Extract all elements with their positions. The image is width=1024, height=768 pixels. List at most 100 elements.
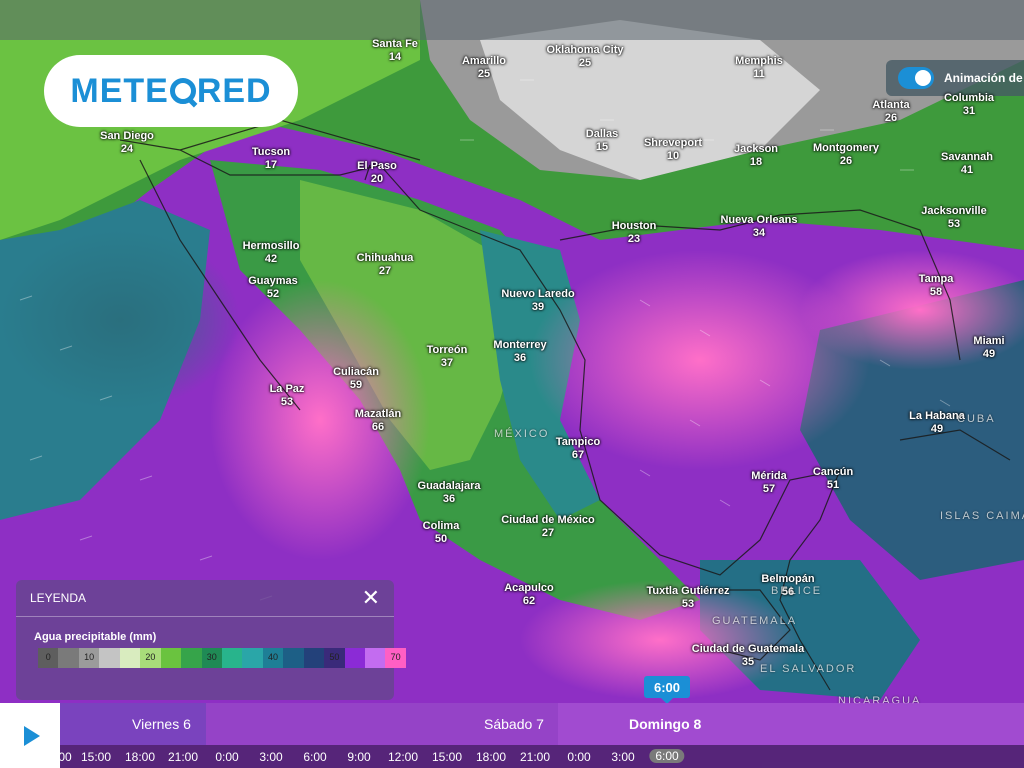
city-label[interactable]: Shreveport 10 [644,137,702,163]
logo-o-icon [169,78,196,104]
hour-tick[interactable]: 0:00 [215,750,238,764]
city-label[interactable]: Acapulco 62 [504,582,554,608]
hour-tick[interactable]: 21:00 [520,750,550,764]
hour-tick[interactable]: 3:00 [611,750,634,764]
legend-swatch: 0 [38,648,59,668]
city-label[interactable]: Santa Fe 14 [372,38,418,64]
city-label[interactable]: Jacksonville 53 [921,205,986,231]
city-label[interactable]: Mérida 57 [751,470,786,496]
country-label: CUBA [957,413,996,425]
country-label: EL SALVADOR [760,663,857,675]
hour-tick[interactable]: 15:00 [81,750,111,764]
country-label: BELICE [771,585,823,597]
legend-swatch: 40 [262,648,284,668]
legend-swatch-label: 70 [390,652,401,662]
legend-swatch: 10 [78,648,100,668]
legend-swatch [99,648,120,668]
city-label[interactable]: Savannah 41 [941,151,993,177]
hour-tick[interactable]: 12:00 [388,750,418,764]
top-bar [0,0,1024,40]
city-label[interactable]: Montgomery 26 [813,142,879,168]
city-label[interactable]: Tuxtla Gutiérrez 53 [647,585,730,611]
timeline-days: Viernes 6 Sábado 7 Domingo 8 [60,703,1024,745]
city-label[interactable]: Nueva Orleans 34 [720,214,797,240]
meteored-logo[interactable]: METE RED [44,55,298,127]
city-label[interactable]: El Paso 20 [357,160,397,186]
legend-swatch [221,648,243,668]
city-label[interactable]: Atlanta 26 [872,99,909,125]
toggle-switch-icon[interactable] [898,67,934,89]
legend-subtitle: Agua precipitable (mm) [34,631,157,643]
city-label[interactable]: Nuevo Laredo 39 [501,288,574,314]
city-label[interactable]: Cancún 51 [813,466,853,492]
logo-text-left: METE [70,71,169,110]
legend-swatch [181,648,202,668]
city-label[interactable]: Ciudad de México 27 [501,514,595,540]
legend-swatch [160,648,182,668]
close-icon[interactable]: ✕ [362,587,380,609]
city-label[interactable]: Culiacán 59 [333,366,379,392]
country-label: GUATEMALA [712,615,798,627]
city-label[interactable]: Miami 49 [973,335,1004,361]
city-label[interactable]: La Paz 53 [270,383,305,409]
hour-tick[interactable]: 15:00 [432,750,462,764]
hour-tick[interactable]: 6:00 [649,749,685,763]
hour-tick[interactable]: 6:00 [303,750,326,764]
legend-swatch-label: 50 [329,652,340,662]
day-label: Domingo 8 [629,716,702,732]
city-label[interactable]: Tampa 58 [919,273,954,299]
legend-swatch: 20 [140,648,161,668]
legend-swatch [283,648,304,668]
timeline-bar[interactable]: Viernes 6 Sábado 7 Domingo 8 0:00 15:00 18… [0,703,1024,768]
hour-tick[interactable]: 21:00 [168,750,198,764]
city-label[interactable]: Guadalajara 36 [418,480,481,506]
hour-tick[interactable]: 18:00 [125,750,155,764]
legend-swatch: 70 [385,648,406,668]
city-label[interactable]: Oklahoma City 25 [546,44,623,70]
city-label[interactable]: Dallas 15 [586,128,618,154]
hour-tick[interactable]: 0:00 [48,750,71,764]
city-label[interactable]: Monterrey 36 [493,339,546,365]
city-label[interactable]: Tampico 67 [556,436,600,462]
legend-swatch [365,648,386,668]
day-label: Sábado 7 [484,716,544,732]
day-label: Viernes 6 [132,716,191,732]
legend-panel: LEYENDA ✕ Agua precipitable (mm) 0 10 20 30… [16,580,406,700]
current-time-marker[interactable]: 6:00 [644,676,690,704]
legend-swatch [119,648,141,668]
legend-swatch [58,648,79,668]
country-label: ISLAS CAIMÁN [940,510,1024,522]
city-label[interactable]: Tucson 17 [252,146,290,172]
city-label[interactable]: Torreón 37 [427,344,468,370]
city-label[interactable]: Jackson 18 [734,143,778,169]
city-label[interactable]: Columbia 31 [944,92,994,118]
legend-swatch-label: 20 [145,652,156,662]
legend-swatch-label: 30 [206,652,217,662]
city-label[interactable]: Guaymas 52 [248,275,298,301]
city-label[interactable]: Amarillo 25 [462,55,506,81]
city-label[interactable]: San Diego 24 [100,130,154,156]
animation-toggle[interactable]: Animación de [886,60,1024,96]
city-label[interactable]: Hermosillo 42 [243,240,300,266]
legend-swatch [303,648,325,668]
hour-tick[interactable]: 18:00 [476,750,506,764]
legend-swatch [242,648,263,668]
day-segment[interactable]: Sábado 7 [206,703,558,745]
city-label[interactable]: Houston 23 [612,220,657,246]
logo-text-right: RED [196,71,272,110]
city-label[interactable]: Mazatlán 66 [355,408,401,434]
hour-tick[interactable]: 9:00 [347,750,370,764]
city-label[interactable]: Memphis 11 [735,55,783,81]
legend-swatch [344,648,365,668]
hour-tick[interactable]: 3:00 [259,750,282,764]
legend-swatch-label: 10 [84,652,95,662]
legend-swatch: 50 [324,648,345,668]
day-segment[interactable]: Viernes 6 [60,703,206,745]
city-label[interactable]: Chihuahua 27 [357,252,414,278]
city-label[interactable]: Colima 50 [423,520,460,546]
animation-toggle-label: Animación de [944,71,1023,85]
legend-swatch: 30 [201,648,222,668]
day-segment[interactable]: Domingo 8 [558,703,1024,745]
legend-swatch-label: 0 [45,652,51,662]
hour-tick[interactable]: 0:00 [567,750,590,764]
